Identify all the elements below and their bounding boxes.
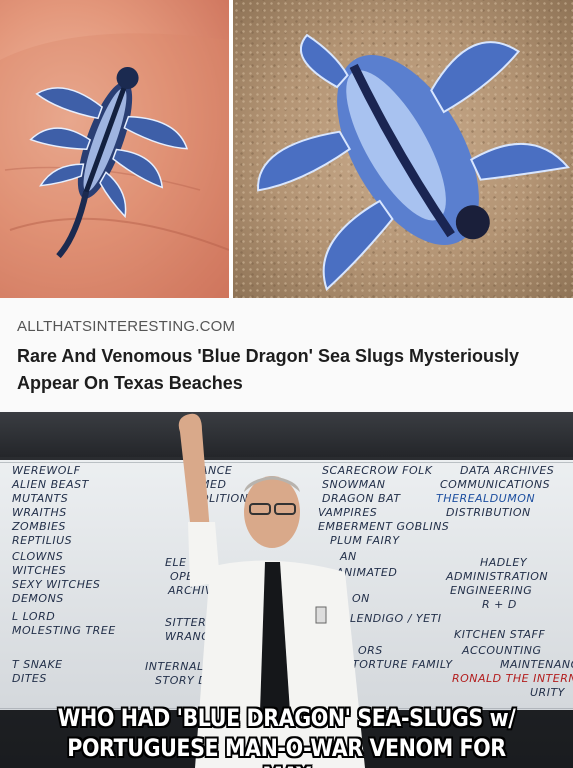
board-item: ADMINISTRATION xyxy=(446,570,549,583)
board-item: L LORD xyxy=(12,610,56,623)
board-item: ENGINEERING xyxy=(450,584,533,597)
board-item: WEREWOLF xyxy=(12,464,81,477)
board-item: COMMUNICATIONS xyxy=(440,478,551,491)
sea-slug-on-sand-photo xyxy=(233,0,573,298)
board-item: URITY xyxy=(530,686,565,699)
meme-caption-line1: WHO HAD 'BLUE DRAGON' SEA-SLUGS w/ xyxy=(57,704,516,732)
sea-slug-illustration-left xyxy=(0,33,229,298)
sea-slug-illustration-right xyxy=(257,33,570,292)
board-item: REPTILIUS xyxy=(12,534,73,547)
board-item: CLOWNS xyxy=(12,550,64,563)
board-item: RONALD THE INTERN xyxy=(452,672,573,685)
meme-caption-line2: PORTUGUESE MAN-O-WAR VENOM FOR MAY xyxy=(67,734,506,768)
board-item: DEMONS xyxy=(12,592,64,605)
board-item: HADLEY xyxy=(480,556,528,569)
board-item: DITES xyxy=(12,672,47,685)
board-item: MUTANTS xyxy=(12,492,69,505)
meme-image: WEREWOLF ALIEN BEAST MUTANTS WRAITHS ZOM… xyxy=(0,412,573,768)
article-domain: ALLTHATSINTERESTING.COM xyxy=(17,318,236,335)
article-headline[interactable]: Rare And Venomous 'Blue Dragon' Sea Slug… xyxy=(17,343,557,397)
article-card[interactable]: ALLTHATSINTERESTING.COM Rare And Venomou… xyxy=(0,298,573,412)
board-item: R + D xyxy=(482,598,517,611)
board-item: T SNAKE xyxy=(12,658,63,671)
board-item: ACCOUNTING xyxy=(462,644,542,657)
sea-slug-on-hand-photo xyxy=(0,0,229,298)
board-item: WITCHES xyxy=(12,564,67,577)
photo-collage xyxy=(0,0,573,298)
board-item: MAINTENANCE xyxy=(500,658,573,671)
board-item: DISTRIBUTION xyxy=(446,506,531,519)
board-item: DATA ARCHIVES xyxy=(460,464,555,477)
board-item: ALIEN BEAST xyxy=(12,478,89,491)
board-item: MOLESTING TREE xyxy=(12,624,116,637)
board-item: ZOMBIES xyxy=(12,520,66,533)
board-item: SEXY WITCHES xyxy=(12,578,101,591)
board-item: WRAITHS xyxy=(12,506,67,519)
board-item: THEREALDUMON xyxy=(436,492,536,505)
board-item: KITCHEN STAFF xyxy=(454,628,546,641)
